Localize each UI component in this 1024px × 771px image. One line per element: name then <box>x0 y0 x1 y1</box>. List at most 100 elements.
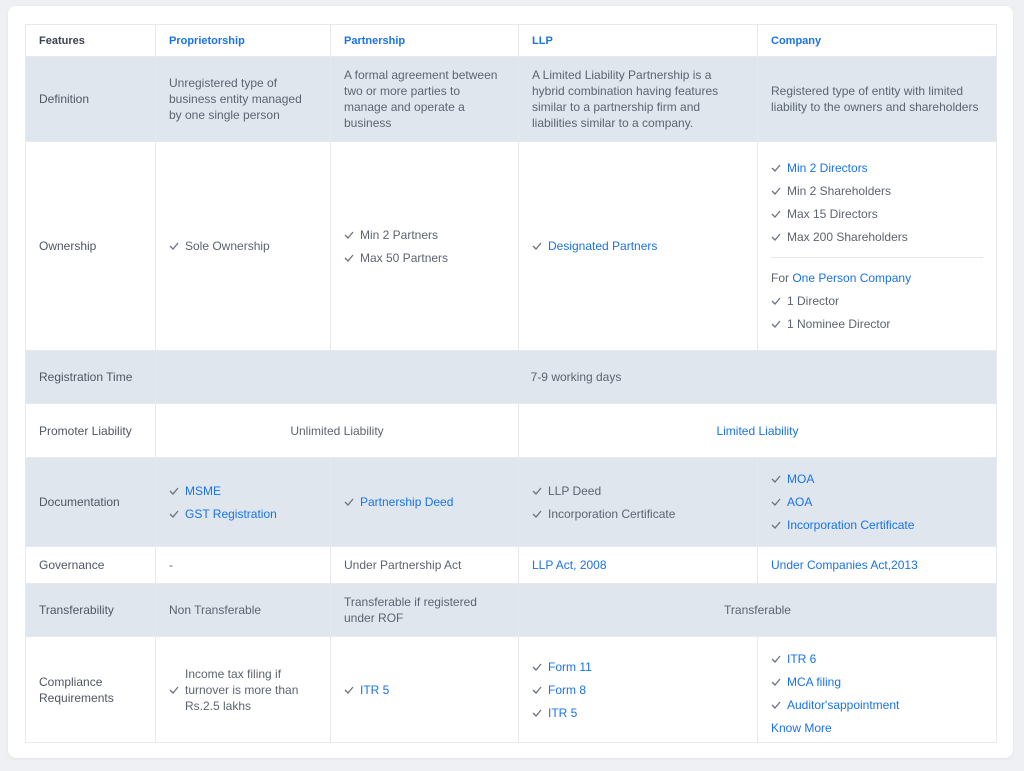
check-list-item: LLP Deed <box>532 483 744 499</box>
row-promoter-liability: Promoter Liability Unlimited Liability L… <box>25 403 997 458</box>
check-list-item-label: Min 2 Partners <box>360 227 439 242</box>
ownership-proprietorship: Sole Ownership <box>155 141 331 351</box>
checkmark-icon <box>532 686 542 694</box>
check-list-item-label: Income tax filing if turnover is more th… <box>185 666 299 713</box>
header-row: Features Proprietorship Partnership LLP … <box>25 24 997 57</box>
ownership-partnership: Min 2 Partners Max 50 Partners <box>330 141 519 351</box>
checkmark-icon <box>532 242 542 250</box>
check-list-item: 1 Nominee Director <box>771 316 983 332</box>
check-list-item[interactable]: ITR 5 <box>532 705 744 721</box>
divider <box>771 257 983 258</box>
row-label-compliance: Compliance Requirements <box>25 636 156 743</box>
checkmark-icon <box>169 242 179 250</box>
check-list-item: Incorporation Certificate <box>532 506 744 522</box>
check-list-item-label: Min 2 Directors <box>787 161 868 175</box>
checkmark-icon <box>169 487 179 495</box>
check-list-item[interactable]: MOA <box>771 471 983 487</box>
row-label-promoter-liability: Promoter Liability <box>25 403 156 458</box>
check-list-item[interactable]: MCA filing <box>771 674 983 690</box>
check-list-item[interactable]: GST Registration <box>169 506 317 522</box>
know-more-link[interactable]: Know More <box>771 720 983 736</box>
checkmark-icon <box>532 663 542 671</box>
opc-line: For One Person Company <box>771 270 983 286</box>
checkmark-icon <box>771 655 781 663</box>
check-list-item[interactable]: MSME <box>169 483 317 499</box>
check-list-item-label: Max 50 Partners <box>360 250 449 265</box>
limited-liability-link[interactable]: Limited Liability <box>518 403 997 458</box>
check-list-item-label: 1 Nominee Director <box>787 317 891 331</box>
check-list-item[interactable]: Min 2 Directors <box>771 160 983 176</box>
check-list-item-label: Max 15 Directors <box>787 207 878 221</box>
checkmark-icon <box>344 254 354 262</box>
check-list-item-label: Auditor'sappointment <box>787 697 900 712</box>
check-list-item-label: Form 11 <box>548 659 592 674</box>
row-label-documentation: Documentation <box>25 457 156 547</box>
unlimited-liability: Unlimited Liability <box>155 403 519 458</box>
check-list-item[interactable]: Designated Partners <box>532 238 744 254</box>
transferability-partnership: Transferable if registered under ROF <box>330 583 519 637</box>
check-list-item[interactable]: Form 11 <box>532 659 744 675</box>
compliance-partnership: ITR 5 <box>330 636 519 743</box>
ownership-llp: Designated Partners <box>518 141 758 351</box>
documentation-proprietorship: MSME GST Registration <box>155 457 331 547</box>
check-list-item[interactable]: ITR 6 <box>771 651 983 667</box>
check-list-item-label: Incorporation Certificate <box>787 518 915 532</box>
checkmark-icon <box>344 231 354 239</box>
compliance-company: ITR 6 MCA filing Auditor'sappointment Know… <box>757 636 997 743</box>
check-list-item: Sole Ownership <box>169 238 317 254</box>
row-definition: Definition Unregistered type of business… <box>25 56 997 142</box>
opc-list: 1 Director 1 Nominee Director <box>771 293 983 332</box>
check-list-item[interactable]: Partnership Deed <box>344 494 505 510</box>
row-governance: Governance - Under Partnership Act LLP A… <box>25 546 997 584</box>
checkmark-icon <box>771 475 781 483</box>
header-company[interactable]: Company <box>757 24 997 57</box>
check-list-item[interactable]: Incorporation Certificate <box>771 517 983 533</box>
check-list-item: Min 2 Shareholders <box>771 183 983 199</box>
documentation-llp: LLP Deed Incorporation Certificate <box>518 457 758 547</box>
governance-company-link[interactable]: Under Companies Act,2013 <box>757 546 997 584</box>
checkmark-icon <box>771 521 781 529</box>
header-llp[interactable]: LLP <box>518 24 758 57</box>
company-compliance-list: ITR 6 MCA filing Auditor'sappointment <box>771 651 983 713</box>
definition-proprietorship: Unregistered type of business entity man… <box>155 56 331 142</box>
header-partnership[interactable]: Partnership <box>330 24 519 57</box>
opc-prefix: For <box>771 271 789 285</box>
check-list-item-label: Designated Partners <box>548 239 658 253</box>
checkmark-icon <box>169 510 179 518</box>
checkmark-icon <box>771 320 781 328</box>
check-list-item-label: ITR 6 <box>787 651 817 666</box>
definition-company: Registered type of entity with limited l… <box>757 56 997 142</box>
header-proprietorship[interactable]: Proprietorship <box>155 24 331 57</box>
check-list-item-label: LLP Deed <box>548 483 602 498</box>
checkmark-icon <box>344 686 354 694</box>
check-list-item: Max 15 Directors <box>771 206 983 222</box>
check-list-item-label: Sole Ownership <box>185 239 270 253</box>
checkmark-icon <box>771 701 781 709</box>
check-list-item-label: Max 200 Shareholders <box>787 230 908 244</box>
documentation-company: MOA AOA Incorporation Certificate <box>757 457 997 547</box>
check-list-item[interactable]: ITR 5 <box>344 682 505 698</box>
check-list-item-label: MSME <box>185 483 221 498</box>
check-list-item[interactable]: AOA <box>771 494 983 510</box>
check-list-item-label: MOA <box>787 472 815 486</box>
check-list-item: Income tax filing if turnover is more th… <box>169 666 317 714</box>
governance-llp-link[interactable]: LLP Act, 2008 <box>518 546 758 584</box>
row-transferability: Transferability Non Transferable Transfe… <box>25 583 997 637</box>
checkmark-icon <box>771 498 781 506</box>
checkmark-icon <box>771 233 781 241</box>
check-list-item[interactable]: Auditor'sappointment <box>771 697 983 713</box>
company-ownership-list: Min 2 Directors Min 2 Shareholders Max 15 … <box>771 160 983 245</box>
check-list-item: Min 2 Partners <box>344 227 505 243</box>
business-structure-comparison-table: Features Proprietorship Partnership LLP … <box>25 24 997 743</box>
one-person-company-link[interactable]: One Person Company <box>792 271 911 285</box>
checkmark-icon <box>771 297 781 305</box>
checkmark-icon <box>344 498 354 506</box>
compliance-llp: Form 11 Form 8 ITR 5 <box>518 636 758 743</box>
row-label-registration-time: Registration Time <box>25 350 156 404</box>
checkmark-icon <box>771 187 781 195</box>
check-list-item[interactable]: Form 8 <box>532 682 744 698</box>
header-features: Features <box>25 24 156 57</box>
check-list-item-label: Incorporation Certificate <box>548 506 676 521</box>
check-list-item: Max 200 Shareholders <box>771 229 983 245</box>
checkmark-icon <box>771 678 781 686</box>
